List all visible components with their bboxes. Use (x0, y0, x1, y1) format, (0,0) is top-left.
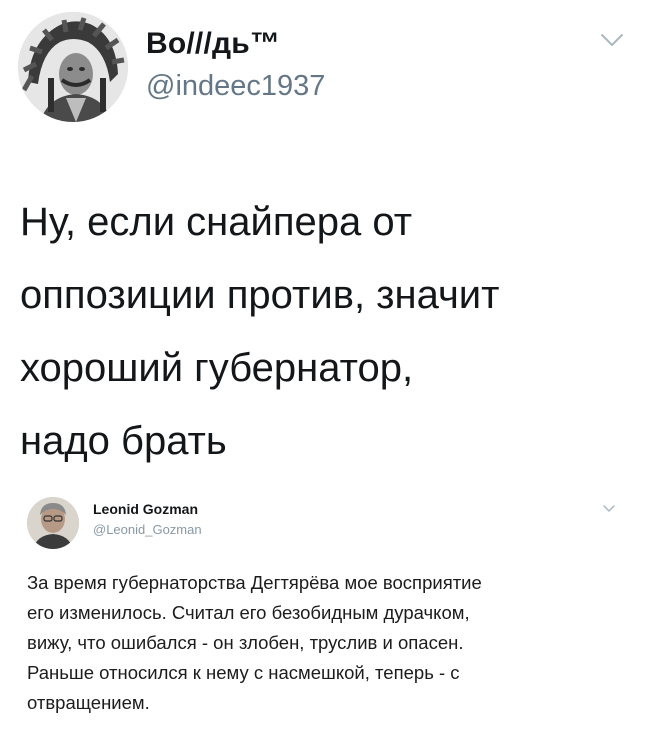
quoted-display-name[interactable]: Leonid Gozman (93, 501, 198, 517)
portrait-headdress-icon (18, 12, 128, 122)
tweet-text-line: Ну, если снайпера от (20, 200, 413, 244)
quoted-text-line: Раньше относился к нему с насмешкой, теп… (27, 662, 460, 683)
user-avatar[interactable] (18, 12, 128, 122)
display-name[interactable]: Во///дь™ (146, 27, 280, 61)
quoted-tweet-text: За время губернаторства Дегтярёва мое во… (27, 568, 627, 718)
tweet-text-line: хороший губернатор, (20, 346, 414, 390)
quoted-text-line: отвращением. (27, 692, 150, 713)
tweet-text-line: надо брать (20, 419, 227, 463)
quoted-text-line: его изменилось. Считал его безобидным ду… (27, 602, 470, 623)
quoted-user-handle[interactable]: @Leonid_Gozman (93, 522, 202, 537)
tweet-text: Ну, если снайпера от оппозиции против, з… (20, 186, 630, 478)
quoted-user-avatar[interactable] (27, 497, 79, 549)
chevron-down-icon[interactable] (600, 32, 624, 48)
chevron-down-icon[interactable] (602, 504, 616, 514)
quoted-text-line: вижу, что ошибался - он злобен, труслив … (27, 632, 464, 653)
quoted-tweet[interactable]: Leonid Gozman @Leonid_Gozman За время гу… (0, 486, 647, 738)
quoted-text-line: За время губернаторства Дегтярёва мое во… (27, 572, 482, 593)
user-handle[interactable]: @indeec1937 (146, 70, 325, 103)
tweet-text-line: оппозиции против, значит (20, 273, 500, 317)
portrait-icon (27, 497, 79, 549)
